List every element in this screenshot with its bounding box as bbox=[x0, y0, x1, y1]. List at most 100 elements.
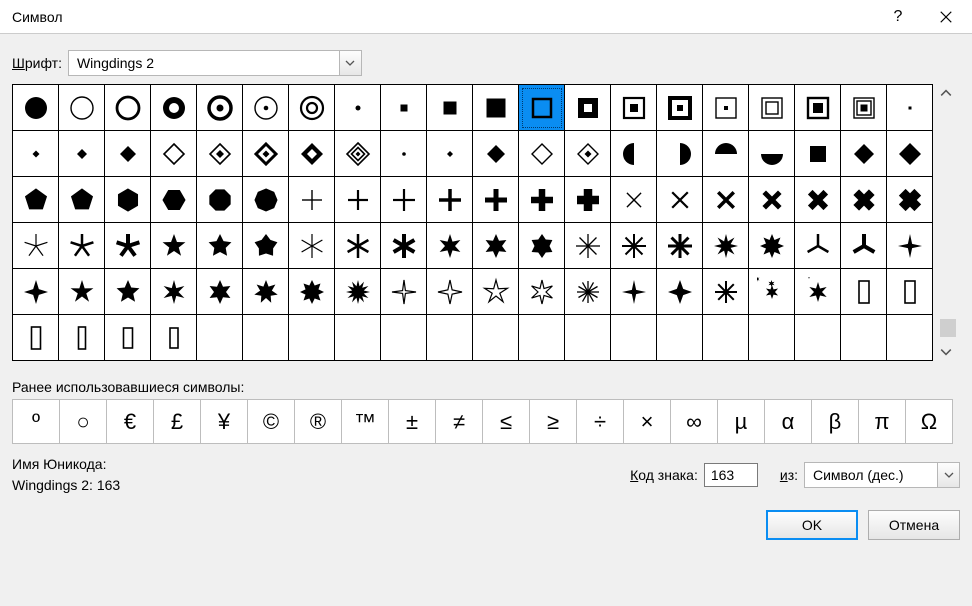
symbol-cell[interactable] bbox=[565, 131, 611, 177]
symbol-cell[interactable] bbox=[703, 177, 749, 223]
symbol-cell[interactable] bbox=[519, 131, 565, 177]
symbol-cell[interactable] bbox=[289, 177, 335, 223]
symbol-cell[interactable] bbox=[795, 315, 841, 361]
symbol-cell[interactable] bbox=[427, 269, 473, 315]
symbol-cell[interactable] bbox=[59, 131, 105, 177]
symbol-cell[interactable] bbox=[749, 315, 795, 361]
symbol-cell[interactable] bbox=[473, 177, 519, 223]
from-combobox[interactable]: Символ (дес.) bbox=[804, 462, 960, 488]
from-dropdown-button[interactable] bbox=[937, 463, 959, 487]
symbol-cell[interactable] bbox=[473, 223, 519, 269]
symbol-cell[interactable] bbox=[243, 223, 289, 269]
symbol-cell[interactable] bbox=[565, 315, 611, 361]
symbol-grid[interactable] bbox=[12, 84, 933, 361]
symbol-cell[interactable] bbox=[381, 177, 427, 223]
symbol-cell[interactable] bbox=[151, 315, 197, 361]
symbol-cell[interactable] bbox=[243, 269, 289, 315]
symbol-cell[interactable] bbox=[335, 131, 381, 177]
symbol-cell[interactable] bbox=[473, 269, 519, 315]
recent-symbol-cell[interactable]: ÷ bbox=[577, 400, 624, 444]
symbol-cell[interactable] bbox=[519, 85, 565, 131]
symbol-cell[interactable] bbox=[335, 269, 381, 315]
symbol-cell[interactable] bbox=[427, 177, 473, 223]
symbol-cell[interactable] bbox=[105, 177, 151, 223]
symbol-cell[interactable] bbox=[335, 85, 381, 131]
symbol-cell[interactable] bbox=[335, 177, 381, 223]
symbol-cell[interactable] bbox=[13, 223, 59, 269]
symbol-cell[interactable] bbox=[197, 131, 243, 177]
font-dropdown-button[interactable] bbox=[339, 51, 361, 75]
symbol-cell[interactable] bbox=[519, 177, 565, 223]
symbol-cell[interactable] bbox=[381, 131, 427, 177]
scroll-down-button[interactable] bbox=[937, 343, 955, 361]
symbol-cell[interactable] bbox=[841, 223, 887, 269]
cancel-button[interactable]: Отмена bbox=[868, 510, 960, 540]
symbol-cell[interactable] bbox=[243, 131, 289, 177]
symbol-cell[interactable] bbox=[703, 315, 749, 361]
recent-symbol-cell[interactable]: α bbox=[765, 400, 812, 444]
symbol-cell[interactable] bbox=[13, 177, 59, 223]
symbol-cell[interactable] bbox=[703, 131, 749, 177]
recent-symbol-cell[interactable]: ¥ bbox=[201, 400, 248, 444]
recent-symbol-cell[interactable]: ≥ bbox=[530, 400, 577, 444]
symbol-cell[interactable] bbox=[197, 177, 243, 223]
recent-symbol-cell[interactable]: º bbox=[13, 400, 60, 444]
symbol-cell[interactable] bbox=[703, 269, 749, 315]
symbol-cell[interactable] bbox=[611, 85, 657, 131]
symbol-cell[interactable] bbox=[565, 85, 611, 131]
symbol-cell[interactable] bbox=[151, 223, 197, 269]
symbol-cell[interactable] bbox=[105, 223, 151, 269]
symbol-cell[interactable] bbox=[657, 315, 703, 361]
font-combobox[interactable]: Wingdings 2 bbox=[68, 50, 362, 76]
recent-symbol-cell[interactable]: β bbox=[812, 400, 859, 444]
symbol-cell[interactable] bbox=[381, 315, 427, 361]
symbol-cell[interactable] bbox=[335, 223, 381, 269]
symbol-cell[interactable] bbox=[749, 131, 795, 177]
symbol-cell[interactable] bbox=[289, 315, 335, 361]
symbol-cell[interactable] bbox=[841, 315, 887, 361]
symbol-cell[interactable] bbox=[59, 223, 105, 269]
symbol-cell[interactable] bbox=[427, 315, 473, 361]
recent-symbol-cell[interactable]: ○ bbox=[60, 400, 107, 444]
code-input[interactable] bbox=[704, 463, 758, 487]
symbol-cell[interactable] bbox=[151, 177, 197, 223]
symbol-cell[interactable] bbox=[611, 177, 657, 223]
symbol-cell[interactable] bbox=[795, 223, 841, 269]
symbol-cell[interactable] bbox=[565, 177, 611, 223]
symbol-cell[interactable] bbox=[887, 131, 933, 177]
symbol-cell[interactable] bbox=[151, 269, 197, 315]
symbol-cell[interactable] bbox=[887, 315, 933, 361]
symbol-cell[interactable] bbox=[243, 177, 289, 223]
symbol-cell[interactable] bbox=[243, 85, 289, 131]
grid-scrollbar[interactable] bbox=[937, 84, 957, 361]
symbol-cell[interactable] bbox=[105, 315, 151, 361]
symbol-cell[interactable] bbox=[795, 131, 841, 177]
symbol-cell[interactable] bbox=[243, 315, 289, 361]
symbol-cell[interactable] bbox=[381, 269, 427, 315]
recent-symbol-cell[interactable]: Ω bbox=[906, 400, 953, 444]
recent-symbol-cell[interactable]: ± bbox=[389, 400, 436, 444]
symbol-cell[interactable] bbox=[197, 269, 243, 315]
symbol-cell[interactable] bbox=[841, 269, 887, 315]
symbol-cell[interactable] bbox=[289, 223, 335, 269]
symbol-cell[interactable] bbox=[381, 223, 427, 269]
symbol-cell[interactable] bbox=[657, 85, 703, 131]
symbol-cell[interactable] bbox=[841, 177, 887, 223]
symbol-cell[interactable] bbox=[611, 131, 657, 177]
symbol-cell[interactable] bbox=[565, 223, 611, 269]
symbol-cell[interactable] bbox=[427, 85, 473, 131]
ok-button[interactable]: OK bbox=[766, 510, 858, 540]
symbol-cell[interactable] bbox=[335, 315, 381, 361]
symbol-cell[interactable] bbox=[197, 85, 243, 131]
symbol-cell[interactable] bbox=[841, 85, 887, 131]
symbol-cell[interactable] bbox=[611, 223, 657, 269]
symbol-cell[interactable] bbox=[289, 269, 335, 315]
symbol-cell[interactable] bbox=[749, 223, 795, 269]
symbol-cell[interactable] bbox=[59, 85, 105, 131]
symbol-cell[interactable] bbox=[197, 315, 243, 361]
scroll-up-button[interactable] bbox=[937, 84, 955, 102]
recent-symbol-cell[interactable]: π bbox=[859, 400, 906, 444]
symbol-cell[interactable] bbox=[289, 85, 335, 131]
recent-symbol-cell[interactable]: ∞ bbox=[671, 400, 718, 444]
symbol-cell[interactable] bbox=[59, 269, 105, 315]
